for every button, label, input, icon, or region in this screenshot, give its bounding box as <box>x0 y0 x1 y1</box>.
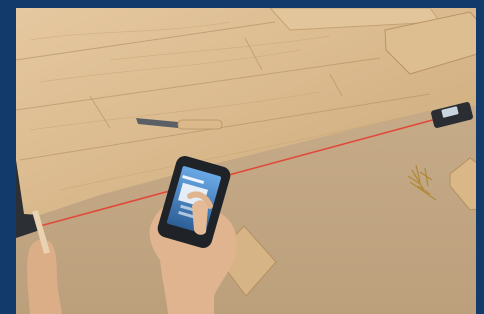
photo-frame <box>0 0 484 314</box>
flooring-photo <box>0 0 484 314</box>
right-thumb <box>192 200 208 235</box>
top-frame-strip <box>0 0 484 8</box>
right-frame-strip <box>476 0 484 314</box>
